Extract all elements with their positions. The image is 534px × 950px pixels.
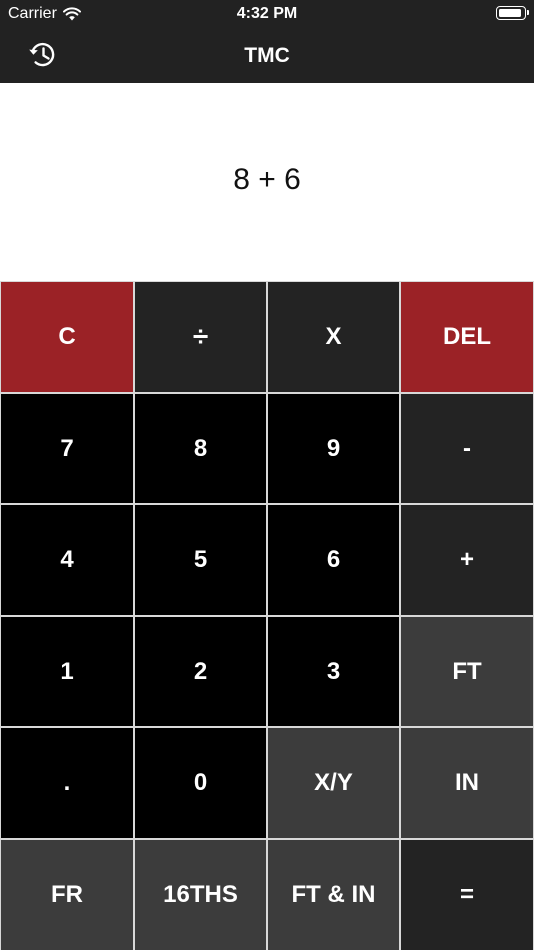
battery-icon bbox=[496, 6, 529, 20]
minus-button[interactable]: - bbox=[401, 394, 533, 503]
digit-3-button[interactable]: 3 bbox=[268, 617, 399, 726]
digit-2-button[interactable]: 2 bbox=[135, 617, 266, 726]
divide-button[interactable]: ÷ bbox=[135, 282, 266, 392]
digit-0-button[interactable]: 0 bbox=[135, 728, 266, 838]
expression-display: 8 + 6 bbox=[233, 163, 301, 196]
status-bar: Carrier 4:32 PM bbox=[0, 0, 534, 28]
clear-button[interactable]: C bbox=[1, 282, 133, 392]
digit-8-button[interactable]: 8 bbox=[135, 394, 266, 503]
digit-6-button[interactable]: 6 bbox=[268, 505, 399, 615]
feet-button[interactable]: FT bbox=[401, 617, 533, 726]
multiply-button[interactable]: X bbox=[268, 282, 399, 392]
delete-button[interactable]: DEL bbox=[401, 282, 533, 392]
digit-1-button[interactable]: 1 bbox=[1, 617, 133, 726]
digit-9-button[interactable]: 9 bbox=[268, 394, 399, 503]
inches-button[interactable]: IN bbox=[401, 728, 533, 838]
digit-7-button[interactable]: 7 bbox=[1, 394, 133, 503]
fraction-button[interactable]: FR bbox=[1, 840, 133, 950]
page-title: TMC bbox=[244, 44, 290, 67]
digit-4-button[interactable]: 4 bbox=[1, 505, 133, 615]
calculator-app: Carrier 4:32 PM TMC 8 + 6 C ÷ X DEL 7 8 … bbox=[0, 0, 534, 950]
status-time: 4:32 PM bbox=[236, 5, 298, 22]
plus-button[interactable]: + bbox=[401, 505, 533, 615]
sixteenths-button[interactable]: 16THS bbox=[135, 840, 266, 950]
keypad: C ÷ X DEL 7 8 9 - 4 5 6 + 1 2 3 FT . 0 X… bbox=[0, 281, 534, 950]
decimal-button[interactable]: . bbox=[1, 728, 133, 838]
nav-bar: TMC bbox=[0, 28, 534, 83]
calculator-display: 8 + 6 bbox=[0, 83, 534, 281]
feet-inches-button[interactable]: FT & IN bbox=[268, 840, 399, 950]
fraction-xy-button[interactable]: X/Y bbox=[268, 728, 399, 838]
equals-button[interactable]: = bbox=[401, 840, 533, 950]
digit-5-button[interactable]: 5 bbox=[135, 505, 266, 615]
